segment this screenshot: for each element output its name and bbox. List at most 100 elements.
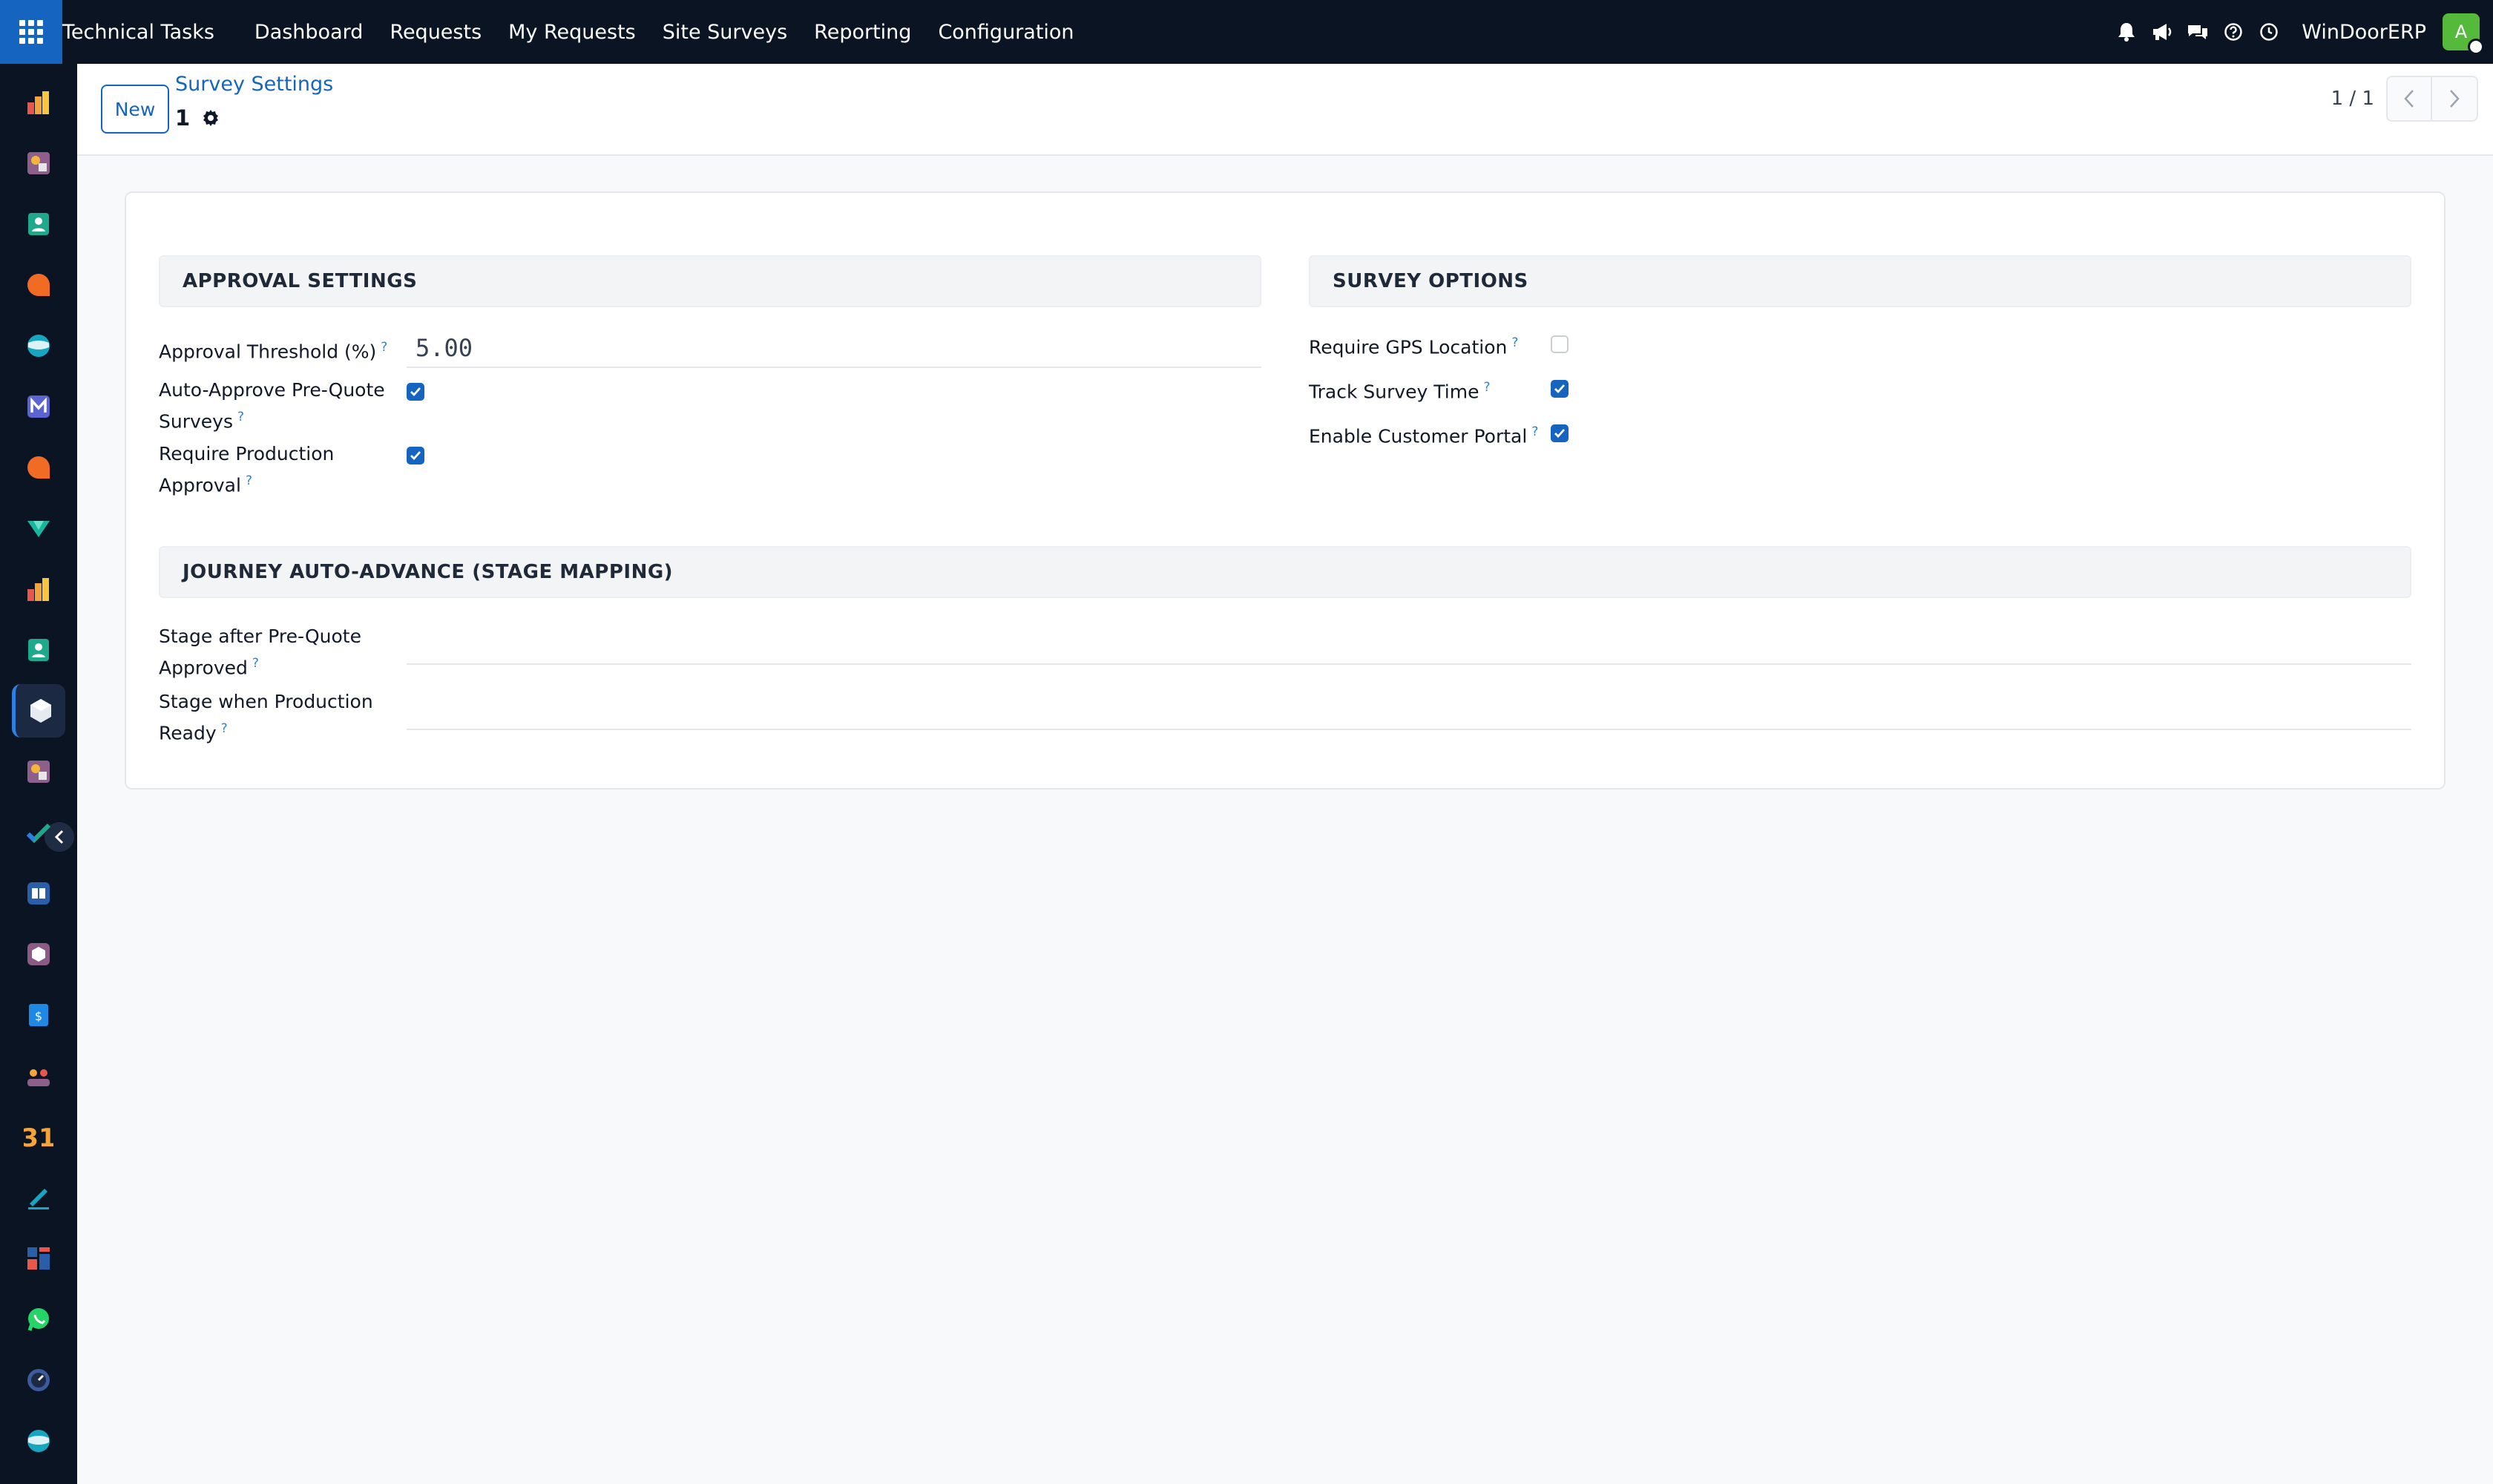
sidebar-app-dashboards[interactable] [12,76,65,129]
enable-customer-portal-label: Enable Customer Portal? [1309,418,1538,450]
sidebar-app-employees[interactable] [12,623,65,677]
enable-customer-portal-checkbox[interactable] [1551,424,1569,442]
chevron-right-icon [2450,90,2460,108]
sidebar-app-invoicing[interactable]: $ [12,988,65,1042]
bell-icon[interactable] [2109,14,2144,50]
form-sheet: APPROVAL SETTINGS Approval Threshold (%)… [125,191,2446,789]
require-production-approval-label: Require Production Approval? [159,441,334,499]
sidebar-app-calendar[interactable]: 31 [12,1110,65,1163]
sidebar-app-studio[interactable] [12,745,65,798]
stage-production-ready-label-line1: Stage when Production [159,691,373,712]
approval-threshold-help[interactable]: ? [381,340,387,355]
require-production-approval-checkbox[interactable] [407,447,424,464]
sidebar-app-timesheets[interactable] [12,1353,65,1407]
sidebar-app-livechat[interactable] [12,441,65,494]
stage-after-prequote-help[interactable]: ? [252,656,259,671]
journey-auto-advance-header: JOURNEY AUTO-ADVANCE (STAGE MAPPING) [159,546,2411,598]
pager-previous-button[interactable] [2386,76,2432,122]
auto-approve-checkbox[interactable] [407,383,424,401]
svg-text:31: 31 [24,1123,53,1150]
stage-after-prequote-label-line2: Approved [159,657,248,679]
stage-production-ready-label: Stage when Production Ready? [159,689,373,746]
sidebar-app-sign[interactable] [12,1171,65,1224]
sidebar-app-contacts[interactable] [12,197,65,251]
sidebar-app-documents[interactable] [12,137,65,190]
top-navbar: Technical Tasks Dashboard Requests My Re… [0,0,2493,64]
sidebar-app-email[interactable] [12,380,65,433]
require-production-help[interactable]: ? [246,473,252,488]
require-gps-checkbox[interactable] [1551,335,1569,353]
auto-approve-label-line1: Auto-Approve Pre-Quote [159,379,385,401]
pager: 1 / 1 [2331,74,2478,123]
auto-approve-label-line2: Surveys [159,410,233,433]
approval-threshold-label: Approval Threshold (%)? [159,334,387,365]
sidebar-app-discuss[interactable] [12,258,65,312]
approval-settings-header: APPROVAL SETTINGS [159,255,1261,307]
menu-my-requests[interactable]: My Requests [495,21,649,44]
new-button[interactable]: New [101,85,169,134]
help-icon[interactable] [2216,14,2251,50]
avatar-letter: A [2454,22,2468,42]
gear-icon[interactable] [200,108,221,128]
menu-configuration[interactable]: Configuration [924,21,1087,44]
approval-threshold-input[interactable]: 5.00 [407,329,1261,368]
sidebar-app-reports[interactable] [12,562,65,616]
require-production-label-line1: Require Production [159,443,335,464]
menu-reporting[interactable]: Reporting [801,21,924,44]
sidebar-app-technical-tasks[interactable] [12,684,65,738]
require-gps-help[interactable]: ? [1511,335,1518,350]
sidebar-app-dashboard-builder[interactable] [12,1232,65,1285]
user-avatar[interactable]: A [2443,13,2484,55]
enable-customer-portal-label-text: Enable Customer Portal [1309,425,1528,447]
enable-customer-portal-help[interactable]: ? [1531,424,1538,439]
app-brand[interactable]: Technical Tasks [62,21,241,44]
pager-value[interactable]: 1 / 1 [2331,88,2374,110]
auto-approve-label: Auto-Approve Pre-Quote Surveys? [159,377,385,435]
sidebar-app-team[interactable] [12,1049,65,1103]
main-menu: Technical Tasks Dashboard Requests My Re… [62,0,1088,64]
sidebar-app-knowledge[interactable] [12,867,65,920]
systray: WinDoorERP A [2109,0,2493,64]
breadcrumb-survey-settings[interactable]: Survey Settings [175,73,333,96]
track-survey-time-help[interactable]: ? [1483,380,1490,395]
record-name: 1 [175,105,191,131]
app-sidebar: $ 31 [0,64,77,1484]
stage-after-prequote-label: Stage after Pre-Quote Approved? [159,623,361,681]
control-panel: New Survey Settings 1 1 / 1 [77,64,2493,156]
company-switcher[interactable]: WinDoorERP [2302,21,2426,44]
auto-approve-help[interactable]: ? [237,410,244,424]
require-production-label-line2: Approval [159,474,241,496]
menu-dashboard[interactable]: Dashboard [241,21,376,44]
sidebar-app-marketing[interactable] [12,502,65,555]
require-gps-label: Require GPS Location? [1309,329,1518,361]
track-survey-time-label-text: Track Survey Time [1309,381,1479,403]
chat-icon[interactable] [2180,14,2216,50]
stage-after-prequote-label-line1: Stage after Pre-Quote [159,626,361,647]
stage-production-ready-input[interactable] [407,695,2411,730]
check-icon [1554,384,1566,394]
check-icon [1554,429,1566,439]
svg-text:$: $ [35,1009,42,1023]
stage-production-ready-help[interactable]: ? [221,721,228,736]
check-icon [410,451,421,461]
sidebar-app-website-2[interactable] [12,1414,65,1468]
track-survey-time-checkbox[interactable] [1551,380,1569,398]
sidebar-app-inventory[interactable] [12,928,65,981]
menu-requests[interactable]: Requests [376,21,495,44]
check-icon [410,387,421,397]
menu-site-surveys[interactable]: Site Surveys [649,21,801,44]
clock-icon[interactable] [2251,14,2287,50]
stage-production-ready-label-line2: Ready [159,722,217,744]
chevron-left-icon [2404,90,2414,108]
stage-after-prequote-input[interactable] [407,629,2411,665]
sidebar-app-website[interactable] [12,319,65,372]
sidebar-app-whatsapp[interactable] [12,1293,65,1346]
survey-options-header: SURVEY OPTIONS [1309,255,2411,307]
grid-icon [19,20,43,44]
sidebar-app-project[interactable] [12,806,65,859]
app-menu-button[interactable] [0,0,62,64]
megaphone-icon[interactable] [2144,14,2180,50]
track-survey-time-label: Track Survey Time? [1309,374,1491,405]
require-gps-label-text: Require GPS Location [1309,336,1508,358]
pager-next-button[interactable] [2432,76,2478,122]
